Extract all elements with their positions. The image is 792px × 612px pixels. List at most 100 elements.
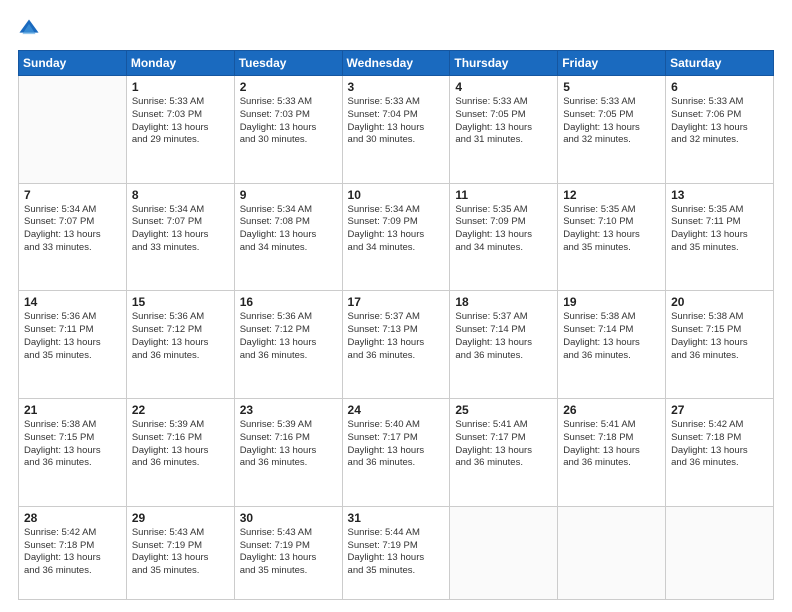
calendar-cell xyxy=(558,506,666,599)
day-number: 20 xyxy=(671,295,768,309)
col-header-friday: Friday xyxy=(558,51,666,76)
day-info: Sunrise: 5:42 AMSunset: 7:18 PMDaylight:… xyxy=(671,419,768,470)
day-number: 28 xyxy=(24,511,121,525)
col-header-thursday: Thursday xyxy=(450,51,558,76)
day-info: Sunrise: 5:33 AMSunset: 7:05 PMDaylight:… xyxy=(455,96,552,147)
day-info: Sunrise: 5:33 AMSunset: 7:04 PMDaylight:… xyxy=(348,96,445,147)
col-header-sunday: Sunday xyxy=(19,51,127,76)
calendar-cell: 15 Sunrise: 5:36 AMSunset: 7:12 PMDayligh… xyxy=(126,291,234,399)
day-number: 3 xyxy=(348,80,445,94)
day-info: Sunrise: 5:39 AMSunset: 7:16 PMDaylight:… xyxy=(132,419,229,470)
day-info: Sunrise: 5:42 AMSunset: 7:18 PMDaylight:… xyxy=(24,527,121,578)
day-number: 30 xyxy=(240,511,337,525)
day-number: 13 xyxy=(671,188,768,202)
day-info: Sunrise: 5:41 AMSunset: 7:18 PMDaylight:… xyxy=(563,419,660,470)
calendar-cell xyxy=(666,506,774,599)
day-info: Sunrise: 5:43 AMSunset: 7:19 PMDaylight:… xyxy=(132,527,229,578)
day-info: Sunrise: 5:37 AMSunset: 7:13 PMDaylight:… xyxy=(348,311,445,362)
day-info: Sunrise: 5:39 AMSunset: 7:16 PMDaylight:… xyxy=(240,419,337,470)
calendar-cell: 5 Sunrise: 5:33 AMSunset: 7:05 PMDaylight… xyxy=(558,76,666,184)
day-number: 1 xyxy=(132,80,229,94)
day-info: Sunrise: 5:38 AMSunset: 7:15 PMDaylight:… xyxy=(671,311,768,362)
page: SundayMondayTuesdayWednesdayThursdayFrid… xyxy=(0,0,792,612)
day-info: Sunrise: 5:41 AMSunset: 7:17 PMDaylight:… xyxy=(455,419,552,470)
calendar-cell: 2 Sunrise: 5:33 AMSunset: 7:03 PMDaylight… xyxy=(234,76,342,184)
calendar-cell: 22 Sunrise: 5:39 AMSunset: 7:16 PMDayligh… xyxy=(126,399,234,507)
calendar-cell: 25 Sunrise: 5:41 AMSunset: 7:17 PMDayligh… xyxy=(450,399,558,507)
day-number: 23 xyxy=(240,403,337,417)
day-info: Sunrise: 5:44 AMSunset: 7:19 PMDaylight:… xyxy=(348,527,445,578)
calendar-cell: 14 Sunrise: 5:36 AMSunset: 7:11 PMDayligh… xyxy=(19,291,127,399)
calendar-cell: 24 Sunrise: 5:40 AMSunset: 7:17 PMDayligh… xyxy=(342,399,450,507)
day-number: 11 xyxy=(455,188,552,202)
day-info: Sunrise: 5:38 AMSunset: 7:15 PMDaylight:… xyxy=(24,419,121,470)
day-number: 4 xyxy=(455,80,552,94)
calendar-cell: 30 Sunrise: 5:43 AMSunset: 7:19 PMDayligh… xyxy=(234,506,342,599)
calendar-cell: 1 Sunrise: 5:33 AMSunset: 7:03 PMDaylight… xyxy=(126,76,234,184)
day-number: 29 xyxy=(132,511,229,525)
day-number: 14 xyxy=(24,295,121,309)
calendar-cell: 11 Sunrise: 5:35 AMSunset: 7:09 PMDayligh… xyxy=(450,183,558,291)
calendar-cell: 10 Sunrise: 5:34 AMSunset: 7:09 PMDayligh… xyxy=(342,183,450,291)
day-info: Sunrise: 5:33 AMSunset: 7:03 PMDaylight:… xyxy=(240,96,337,147)
calendar-cell xyxy=(450,506,558,599)
day-info: Sunrise: 5:43 AMSunset: 7:19 PMDaylight:… xyxy=(240,527,337,578)
day-info: Sunrise: 5:34 AMSunset: 7:07 PMDaylight:… xyxy=(24,204,121,255)
calendar-table: SundayMondayTuesdayWednesdayThursdayFrid… xyxy=(18,50,774,600)
logo-icon xyxy=(18,18,40,40)
day-info: Sunrise: 5:35 AMSunset: 7:11 PMDaylight:… xyxy=(671,204,768,255)
day-number: 7 xyxy=(24,188,121,202)
day-number: 16 xyxy=(240,295,337,309)
day-number: 10 xyxy=(348,188,445,202)
calendar-cell: 8 Sunrise: 5:34 AMSunset: 7:07 PMDaylight… xyxy=(126,183,234,291)
day-info: Sunrise: 5:36 AMSunset: 7:12 PMDaylight:… xyxy=(132,311,229,362)
day-info: Sunrise: 5:34 AMSunset: 7:07 PMDaylight:… xyxy=(132,204,229,255)
day-info: Sunrise: 5:38 AMSunset: 7:14 PMDaylight:… xyxy=(563,311,660,362)
calendar-cell: 4 Sunrise: 5:33 AMSunset: 7:05 PMDaylight… xyxy=(450,76,558,184)
day-number: 2 xyxy=(240,80,337,94)
day-number: 17 xyxy=(348,295,445,309)
day-number: 12 xyxy=(563,188,660,202)
day-number: 19 xyxy=(563,295,660,309)
calendar-cell: 20 Sunrise: 5:38 AMSunset: 7:15 PMDayligh… xyxy=(666,291,774,399)
header xyxy=(18,18,774,40)
day-info: Sunrise: 5:40 AMSunset: 7:17 PMDaylight:… xyxy=(348,419,445,470)
day-number: 26 xyxy=(563,403,660,417)
calendar-cell: 13 Sunrise: 5:35 AMSunset: 7:11 PMDayligh… xyxy=(666,183,774,291)
col-header-monday: Monday xyxy=(126,51,234,76)
day-info: Sunrise: 5:33 AMSunset: 7:05 PMDaylight:… xyxy=(563,96,660,147)
day-number: 5 xyxy=(563,80,660,94)
calendar-cell: 19 Sunrise: 5:38 AMSunset: 7:14 PMDayligh… xyxy=(558,291,666,399)
calendar-cell: 31 Sunrise: 5:44 AMSunset: 7:19 PMDayligh… xyxy=(342,506,450,599)
calendar-cell: 16 Sunrise: 5:36 AMSunset: 7:12 PMDayligh… xyxy=(234,291,342,399)
day-info: Sunrise: 5:33 AMSunset: 7:06 PMDaylight:… xyxy=(671,96,768,147)
day-info: Sunrise: 5:33 AMSunset: 7:03 PMDaylight:… xyxy=(132,96,229,147)
day-info: Sunrise: 5:36 AMSunset: 7:11 PMDaylight:… xyxy=(24,311,121,362)
day-info: Sunrise: 5:35 AMSunset: 7:10 PMDaylight:… xyxy=(563,204,660,255)
calendar-cell: 29 Sunrise: 5:43 AMSunset: 7:19 PMDayligh… xyxy=(126,506,234,599)
day-info: Sunrise: 5:37 AMSunset: 7:14 PMDaylight:… xyxy=(455,311,552,362)
calendar-cell: 26 Sunrise: 5:41 AMSunset: 7:18 PMDayligh… xyxy=(558,399,666,507)
day-info: Sunrise: 5:35 AMSunset: 7:09 PMDaylight:… xyxy=(455,204,552,255)
day-number: 8 xyxy=(132,188,229,202)
day-number: 6 xyxy=(671,80,768,94)
day-number: 15 xyxy=(132,295,229,309)
day-info: Sunrise: 5:34 AMSunset: 7:08 PMDaylight:… xyxy=(240,204,337,255)
day-number: 22 xyxy=(132,403,229,417)
col-header-wednesday: Wednesday xyxy=(342,51,450,76)
calendar-cell: 21Sunrise: 5:38 AMSunset: 7:15 PMDayligh… xyxy=(19,399,127,507)
calendar-cell: 23 Sunrise: 5:39 AMSunset: 7:16 PMDayligh… xyxy=(234,399,342,507)
col-header-tuesday: Tuesday xyxy=(234,51,342,76)
calendar-cell: 17 Sunrise: 5:37 AMSunset: 7:13 PMDayligh… xyxy=(342,291,450,399)
day-info: Sunrise: 5:34 AMSunset: 7:09 PMDaylight:… xyxy=(348,204,445,255)
calendar-cell xyxy=(19,76,127,184)
day-info: Sunrise: 5:36 AMSunset: 7:12 PMDaylight:… xyxy=(240,311,337,362)
calendar-cell: 3 Sunrise: 5:33 AMSunset: 7:04 PMDaylight… xyxy=(342,76,450,184)
day-number: 9 xyxy=(240,188,337,202)
day-number: 27 xyxy=(671,403,768,417)
calendar-cell: 28 Sunrise: 5:42 AMSunset: 7:18 PMDayligh… xyxy=(19,506,127,599)
day-number: 31 xyxy=(348,511,445,525)
day-number: 25 xyxy=(455,403,552,417)
calendar-cell: 12 Sunrise: 5:35 AMSunset: 7:10 PMDayligh… xyxy=(558,183,666,291)
day-number: 24 xyxy=(348,403,445,417)
